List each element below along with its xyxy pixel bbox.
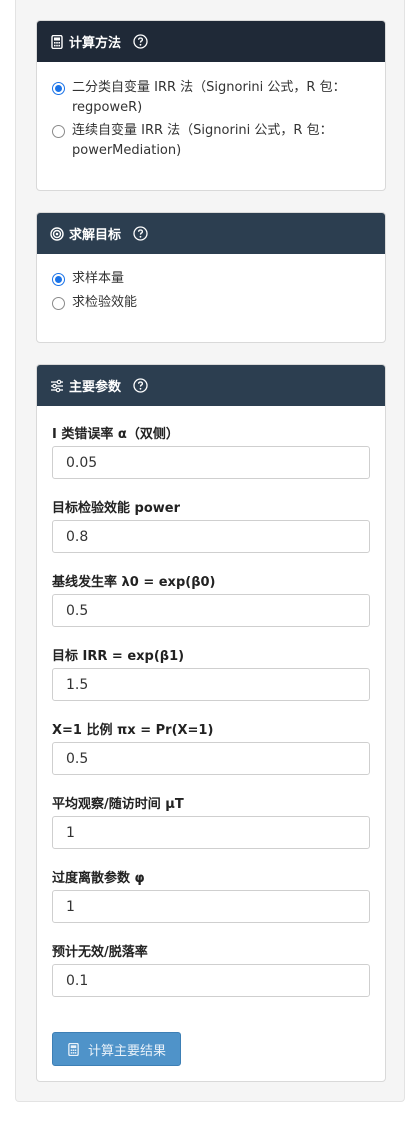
- radio-unchecked[interactable]: [52, 297, 65, 310]
- alpha-label: I 类错误率 α（双侧）: [52, 427, 179, 442]
- goal-option-power[interactable]: 求检验效能: [52, 293, 137, 313]
- goal-option-sample-size[interactable]: 求样本量: [52, 269, 124, 289]
- sliders-icon: [50, 379, 64, 393]
- x-proportion-input[interactable]: 0.5: [52, 742, 370, 775]
- calculate-button-label: 计算主要结果: [87, 1043, 166, 1059]
- params-card: 主要参数 I 类错误率 α（双侧） 0.05 目标检验效能 power 0.8 …: [36, 364, 386, 1082]
- method-option-binary[interactable]: 二分类自变量 IRR 法（Signorini 公式，R 包：regpoweR): [52, 78, 377, 118]
- goal-title: 求解目标: [69, 228, 122, 243]
- baseline-rate-input[interactable]: 0.5: [52, 594, 370, 627]
- followup-time-input[interactable]: 1: [52, 816, 370, 849]
- alpha-input[interactable]: 0.05: [52, 446, 370, 479]
- calculate-button[interactable]: 计算主要结果: [52, 1032, 181, 1066]
- method-option-label: 二分类自变量 IRR 法（Signorini 公式，R 包：regpoweR): [72, 80, 346, 115]
- target-icon: [50, 226, 64, 241]
- question-circle-icon[interactable]: [133, 226, 148, 241]
- dropout-rate-label: 预计无效/脱落率: [52, 945, 148, 960]
- calculator-icon: [50, 34, 64, 49]
- params-card-header: 主要参数: [37, 365, 385, 406]
- method-title: 计算方法: [69, 36, 122, 51]
- params-title: 主要参数: [69, 380, 122, 395]
- method-option-label: 连续自变量 IRR 法（Signorini 公式，R 包：powerMediat…: [72, 123, 333, 158]
- question-circle-icon[interactable]: [133, 378, 148, 393]
- calculator-icon: [67, 1042, 80, 1056]
- radio-checked[interactable]: [52, 82, 65, 95]
- power-input[interactable]: 0.8: [52, 520, 370, 553]
- dropout-rate-input[interactable]: 0.1: [52, 964, 370, 997]
- radio-checked[interactable]: [52, 273, 65, 286]
- goal-option-label: 求样本量: [72, 271, 125, 286]
- method-card: 计算方法 二分类自变量 IRR 法（Signorini 公式，R 包：regpo…: [36, 20, 386, 191]
- question-circle-icon[interactable]: [133, 34, 148, 49]
- irr-label: 目标 IRR = exp(β1): [52, 649, 185, 664]
- followup-time-label: 平均观察/随访时间 μT: [52, 797, 184, 812]
- power-label: 目标检验效能 power: [52, 501, 181, 516]
- method-card-header: 计算方法: [37, 21, 385, 62]
- x-proportion-label: X=1 比例 πx = Pr(X=1): [52, 723, 214, 738]
- radio-unchecked[interactable]: [52, 125, 65, 138]
- goal-option-label: 求检验效能: [72, 295, 138, 310]
- method-option-continuous[interactable]: 连续自变量 IRR 法（Signorini 公式，R 包：powerMediat…: [52, 121, 377, 161]
- baseline-rate-label: 基线发生率 λ0 = exp(β0): [52, 575, 216, 590]
- irr-input[interactable]: 1.5: [52, 668, 370, 701]
- dispersion-label: 过度离散参数 φ: [52, 871, 145, 886]
- dispersion-input[interactable]: 1: [52, 890, 370, 923]
- goal-card: 求解目标 求样本量 求检验效能: [36, 212, 386, 343]
- goal-card-header: 求解目标: [37, 213, 385, 254]
- sidebar-panel: 计算方法 二分类自变量 IRR 法（Signorini 公式，R 包：regpo…: [15, 0, 405, 1102]
